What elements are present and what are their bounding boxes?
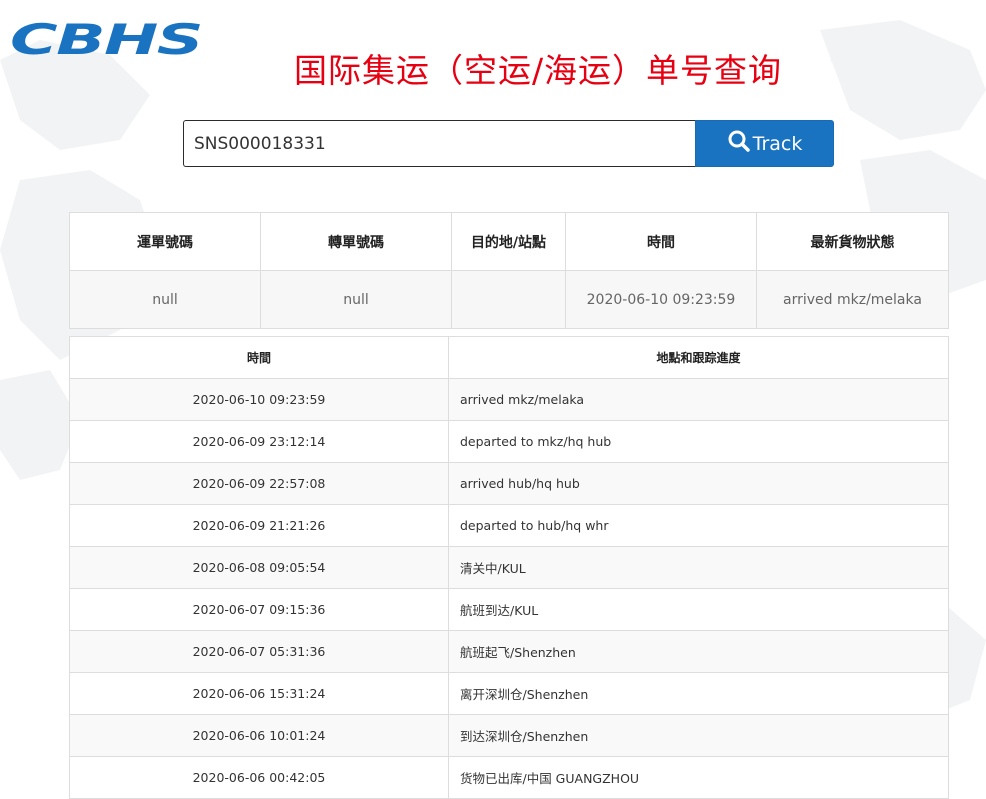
time-cell: 2020-06-10 09:23:59 bbox=[565, 270, 757, 329]
history-header-row: 時間 地點和跟踪進度 bbox=[69, 336, 949, 379]
shipment-summary-table: 運單號碼 轉單號碼 目的地/站點 時間 最新貨物狀態 null null 202… bbox=[69, 212, 949, 329]
history-location: 航班起飞/Shenzhen bbox=[448, 630, 949, 673]
track-button-label: Track bbox=[752, 132, 803, 155]
transfer-number-cell: null bbox=[260, 270, 452, 329]
table-row: 2020-06-07 09:15:36 航班到达/KUL bbox=[69, 588, 949, 631]
history-time: 2020-06-09 23:12:14 bbox=[69, 420, 449, 463]
history-time: 2020-06-08 09:05:54 bbox=[69, 546, 449, 589]
history-location: 航班到达/KUL bbox=[448, 588, 949, 631]
table-row: 2020-06-10 09:23:59 arrived mkz/melaka bbox=[69, 378, 949, 421]
history-location: arrived hub/hq hub bbox=[448, 462, 949, 505]
destination-cell bbox=[451, 270, 566, 329]
history-time: 2020-06-07 05:31:36 bbox=[69, 630, 449, 673]
history-location: 货物已出库/中国 GUANGZHOU bbox=[448, 756, 949, 799]
history-time: 2020-06-09 21:21:26 bbox=[69, 504, 449, 547]
table-row: 2020-06-09 23:12:14 departed to mkz/hq h… bbox=[69, 420, 949, 463]
header-transfer-number: 轉單號碼 bbox=[260, 212, 452, 271]
header-history-location: 地點和跟踪進度 bbox=[448, 336, 949, 379]
tracking-history-table: 時間 地點和跟踪進度 2020-06-10 09:23:59 arrived m… bbox=[69, 336, 949, 799]
history-time: 2020-06-07 09:15:36 bbox=[69, 588, 449, 631]
waybill-number-cell: null bbox=[69, 270, 261, 329]
header-waybill-number: 運單號碼 bbox=[69, 212, 261, 271]
table-row: 2020-06-06 10:01:24 到达深圳仓/Shenzhen bbox=[69, 714, 949, 757]
table-row: 2020-06-07 05:31:36 航班起飞/Shenzhen bbox=[69, 630, 949, 673]
history-location: 到达深圳仓/Shenzhen bbox=[448, 714, 949, 757]
header-history-time: 時間 bbox=[69, 336, 449, 379]
track-button[interactable]: Track bbox=[695, 120, 834, 167]
table-row: 2020-06-08 09:05:54 清关中/KUL bbox=[69, 546, 949, 589]
history-location: departed to hub/hq whr bbox=[448, 504, 949, 547]
summary-row: null null 2020-06-10 09:23:59 arrived mk… bbox=[69, 270, 949, 329]
table-row: 2020-06-09 21:21:26 departed to hub/hq w… bbox=[69, 504, 949, 547]
history-location: 清关中/KUL bbox=[448, 546, 949, 589]
table-row: 2020-06-09 22:57:08 arrived hub/hq hub bbox=[69, 462, 949, 505]
history-time: 2020-06-06 00:42:05 bbox=[69, 756, 449, 799]
page-title: 国际集运（空运/海运）单号查询 bbox=[293, 51, 783, 90]
summary-header-row: 運單號碼 轉單號碼 目的地/站點 時間 最新貨物狀態 bbox=[69, 212, 949, 271]
tracking-number-input[interactable] bbox=[183, 120, 695, 167]
header-destination: 目的地/站點 bbox=[451, 212, 566, 271]
table-row: 2020-06-06 15:31:24 离开深圳仓/Shenzhen bbox=[69, 672, 949, 715]
history-location: 离开深圳仓/Shenzhen bbox=[448, 672, 949, 715]
history-time: 2020-06-06 15:31:24 bbox=[69, 672, 449, 715]
history-time: 2020-06-10 09:23:59 bbox=[69, 378, 449, 421]
header-time: 時間 bbox=[565, 212, 757, 271]
latest-status-cell: arrived mkz/melaka bbox=[756, 270, 949, 329]
header-latest-status: 最新貨物狀態 bbox=[756, 212, 949, 271]
history-time: 2020-06-09 22:57:08 bbox=[69, 462, 449, 505]
search-icon bbox=[727, 129, 753, 158]
history-location: arrived mkz/melaka bbox=[448, 378, 949, 421]
history-location: departed to mkz/hq hub bbox=[448, 420, 949, 463]
tracking-search-bar: Track bbox=[183, 120, 834, 167]
history-time: 2020-06-06 10:01:24 bbox=[69, 714, 449, 757]
table-row: 2020-06-06 00:42:05 货物已出库/中国 GUANGZHOU bbox=[69, 756, 949, 799]
